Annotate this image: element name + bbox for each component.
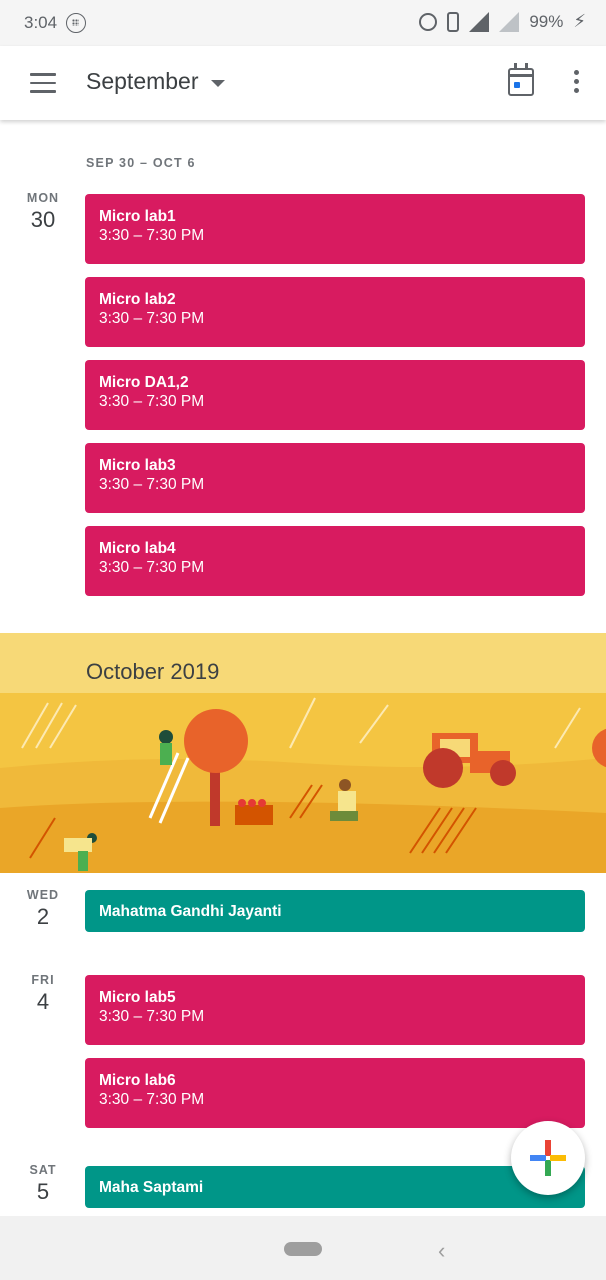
day-of-week: FRI xyxy=(31,973,55,987)
event-card[interactable]: Micro lab6 3:30 – 7:30 PM xyxy=(85,1058,585,1128)
dropdown-caret-icon xyxy=(210,79,225,87)
event-time: 3:30 – 7:30 PM xyxy=(99,393,205,410)
event-card[interactable]: Micro lab1 3:30 – 7:30 PM xyxy=(85,194,585,264)
create-event-fab[interactable] xyxy=(511,1121,585,1195)
status-icons: 99% ⚡ xyxy=(419,11,586,32)
month-title: September xyxy=(86,68,199,94)
more-vert-icon[interactable] xyxy=(572,70,580,96)
alarm-icon xyxy=(419,12,438,31)
event-card[interactable]: Micro lab2 3:30 – 7:30 PM xyxy=(85,277,585,347)
event-title: Micro lab5 xyxy=(99,989,176,1006)
month-banner: October 2019 xyxy=(0,633,606,873)
event-title: Micro lab2 xyxy=(99,291,176,308)
week-range: SEP 30 – OCT 6 xyxy=(86,156,196,170)
day-number: 4 xyxy=(36,989,50,1014)
event-time: 3:30 – 7:30 PM xyxy=(99,1008,205,1025)
month-selector[interactable]: September xyxy=(86,68,225,95)
event-title: Micro lab1 xyxy=(99,208,176,225)
event-time: 3:30 – 7:30 PM xyxy=(99,227,205,244)
app-bar: September xyxy=(0,46,606,120)
event-title: Maha Saptami xyxy=(99,1179,204,1196)
event-title: Micro lab6 xyxy=(99,1072,176,1089)
event-card[interactable]: Micro lab5 3:30 – 7:30 PM xyxy=(85,975,585,1045)
day-number: 5 xyxy=(36,1179,50,1204)
day-header-fri[interactable]: FRI 4 xyxy=(0,973,86,1015)
event-time: 3:30 – 7:30 PM xyxy=(99,476,205,493)
status-time: 3:04 xyxy=(24,13,58,32)
event-card[interactable]: Maha Saptami xyxy=(85,1166,585,1208)
event-time: 3:30 – 7:30 PM xyxy=(99,559,205,576)
vibrate-icon xyxy=(447,11,460,32)
battery-percent: 99% xyxy=(529,11,564,31)
event-title: Micro lab4 xyxy=(99,540,176,557)
today-calendar-icon[interactable] xyxy=(508,63,534,96)
notification-icon xyxy=(66,13,86,33)
day-header-wed[interactable]: WED 2 xyxy=(0,888,86,930)
day-number: 2 xyxy=(36,904,50,929)
battery-charging-icon: ⚡ xyxy=(573,11,586,31)
day-of-week: MON xyxy=(26,191,60,205)
event-title: Micro lab3 xyxy=(99,457,176,474)
event-card[interactable]: Micro DA1,2 3:30 – 7:30 PM xyxy=(85,360,585,430)
day-of-week: SAT xyxy=(29,1163,57,1177)
month-banner-label: October 2019 xyxy=(86,659,220,684)
event-title: Micro DA1,2 xyxy=(99,374,189,391)
event-card[interactable]: Mahatma Gandhi Jayanti xyxy=(85,890,585,932)
status-bar: 3:04 99% ⚡ xyxy=(0,0,606,46)
back-icon[interactable]: ‹ xyxy=(438,1238,445,1264)
schedule-list[interactable]: SEP 30 – OCT 6 MON 30 Micro lab1 3:30 – … xyxy=(0,120,606,1216)
signal-icon xyxy=(469,11,490,32)
home-button[interactable] xyxy=(284,1242,322,1256)
system-nav-bar: ‹ xyxy=(0,1216,606,1280)
event-title: Mahatma Gandhi Jayanti xyxy=(99,903,282,920)
no-sim-icon xyxy=(499,11,520,32)
day-number: 30 xyxy=(30,207,56,232)
menu-icon[interactable] xyxy=(30,73,56,93)
event-time: 3:30 – 7:30 PM xyxy=(99,310,205,327)
event-card[interactable]: Micro lab4 3:30 – 7:30 PM xyxy=(85,526,585,596)
day-of-week: WED xyxy=(26,888,60,902)
day-header-sat[interactable]: SAT 5 xyxy=(0,1163,86,1205)
event-card[interactable]: Micro lab3 3:30 – 7:30 PM xyxy=(85,443,585,513)
day-header-mon[interactable]: MON 30 xyxy=(0,191,86,233)
event-time: 3:30 – 7:30 PM xyxy=(99,1091,205,1108)
add-icon xyxy=(530,1140,566,1176)
